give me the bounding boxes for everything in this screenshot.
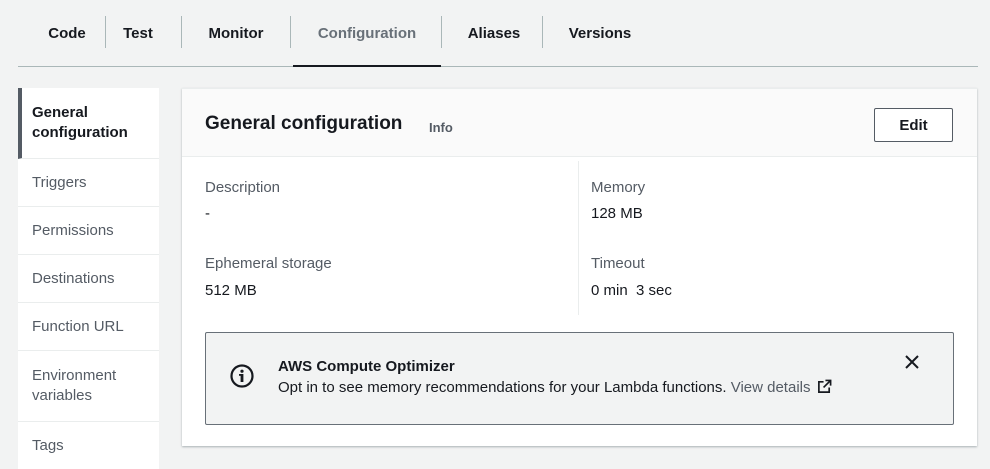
- memory-label: Memory: [591, 179, 646, 196]
- memory-value: 128 MB: [591, 205, 643, 222]
- tab-monitor[interactable]: Monitor: [198, 0, 274, 66]
- view-details-link[interactable]: View details: [731, 379, 832, 396]
- configuration-side-nav: General configuration Triggers Permissio…: [18, 88, 159, 469]
- active-tab-indicator: [293, 65, 441, 67]
- ephemeral-storage-label: Ephemeral storage: [205, 255, 332, 272]
- general-configuration-panel: General configuration Info Edit Descript…: [182, 88, 977, 446]
- description-value: -: [205, 205, 210, 222]
- view-details-label: View details: [730, 379, 811, 396]
- info-link[interactable]: Info: [429, 120, 453, 135]
- nav-item-function-url[interactable]: Function URL: [18, 303, 159, 351]
- tab-configuration[interactable]: Configuration: [293, 0, 441, 67]
- tab-versions[interactable]: Versions: [556, 0, 644, 66]
- description-label: Description: [205, 179, 281, 196]
- tab-divider: [542, 16, 543, 48]
- edit-button[interactable]: Edit: [874, 108, 953, 142]
- tab-divider: [181, 16, 182, 48]
- timeout-label: Timeout: [591, 255, 645, 272]
- ephemeral-storage-value: 512 MB: [205, 282, 257, 299]
- nav-item-general-configuration[interactable]: General configuration: [18, 88, 159, 159]
- tab-code[interactable]: Code: [32, 0, 102, 66]
- alert-title: AWS Compute Optimizer: [278, 358, 455, 375]
- nav-item-environment-variables[interactable]: Environment variables: [18, 351, 159, 422]
- panel-header: General configuration Info Edit: [182, 89, 977, 157]
- compute-optimizer-alert: AWS Compute Optimizer Opt in to see memo…: [205, 332, 954, 425]
- external-link-icon: [817, 379, 831, 393]
- column-divider: [578, 161, 579, 315]
- alert-message: Opt in to see memory recommendations for…: [278, 379, 832, 396]
- close-icon[interactable]: [903, 353, 921, 371]
- nav-item-triggers[interactable]: Triggers: [18, 159, 159, 207]
- timeout-value: 0 min 3 sec: [591, 282, 672, 299]
- tab-aliases[interactable]: Aliases: [454, 0, 534, 66]
- tab-test[interactable]: Test: [110, 0, 166, 66]
- panel-title: General configuration: [205, 113, 403, 134]
- tab-configuration-label: Configuration: [317, 24, 417, 42]
- nav-item-destinations[interactable]: Destinations: [18, 255, 159, 303]
- nav-item-permissions[interactable]: Permissions: [18, 207, 159, 255]
- tab-bar: Code Test Monitor Configuration Aliases …: [18, 0, 978, 67]
- tab-divider: [290, 16, 291, 48]
- nav-item-tags[interactable]: Tags: [18, 422, 159, 469]
- info-circle-icon: [230, 364, 254, 388]
- tab-divider: [105, 16, 106, 48]
- tab-divider: [441, 16, 442, 48]
- alert-text: Opt in to see memory recommendations for…: [278, 379, 727, 396]
